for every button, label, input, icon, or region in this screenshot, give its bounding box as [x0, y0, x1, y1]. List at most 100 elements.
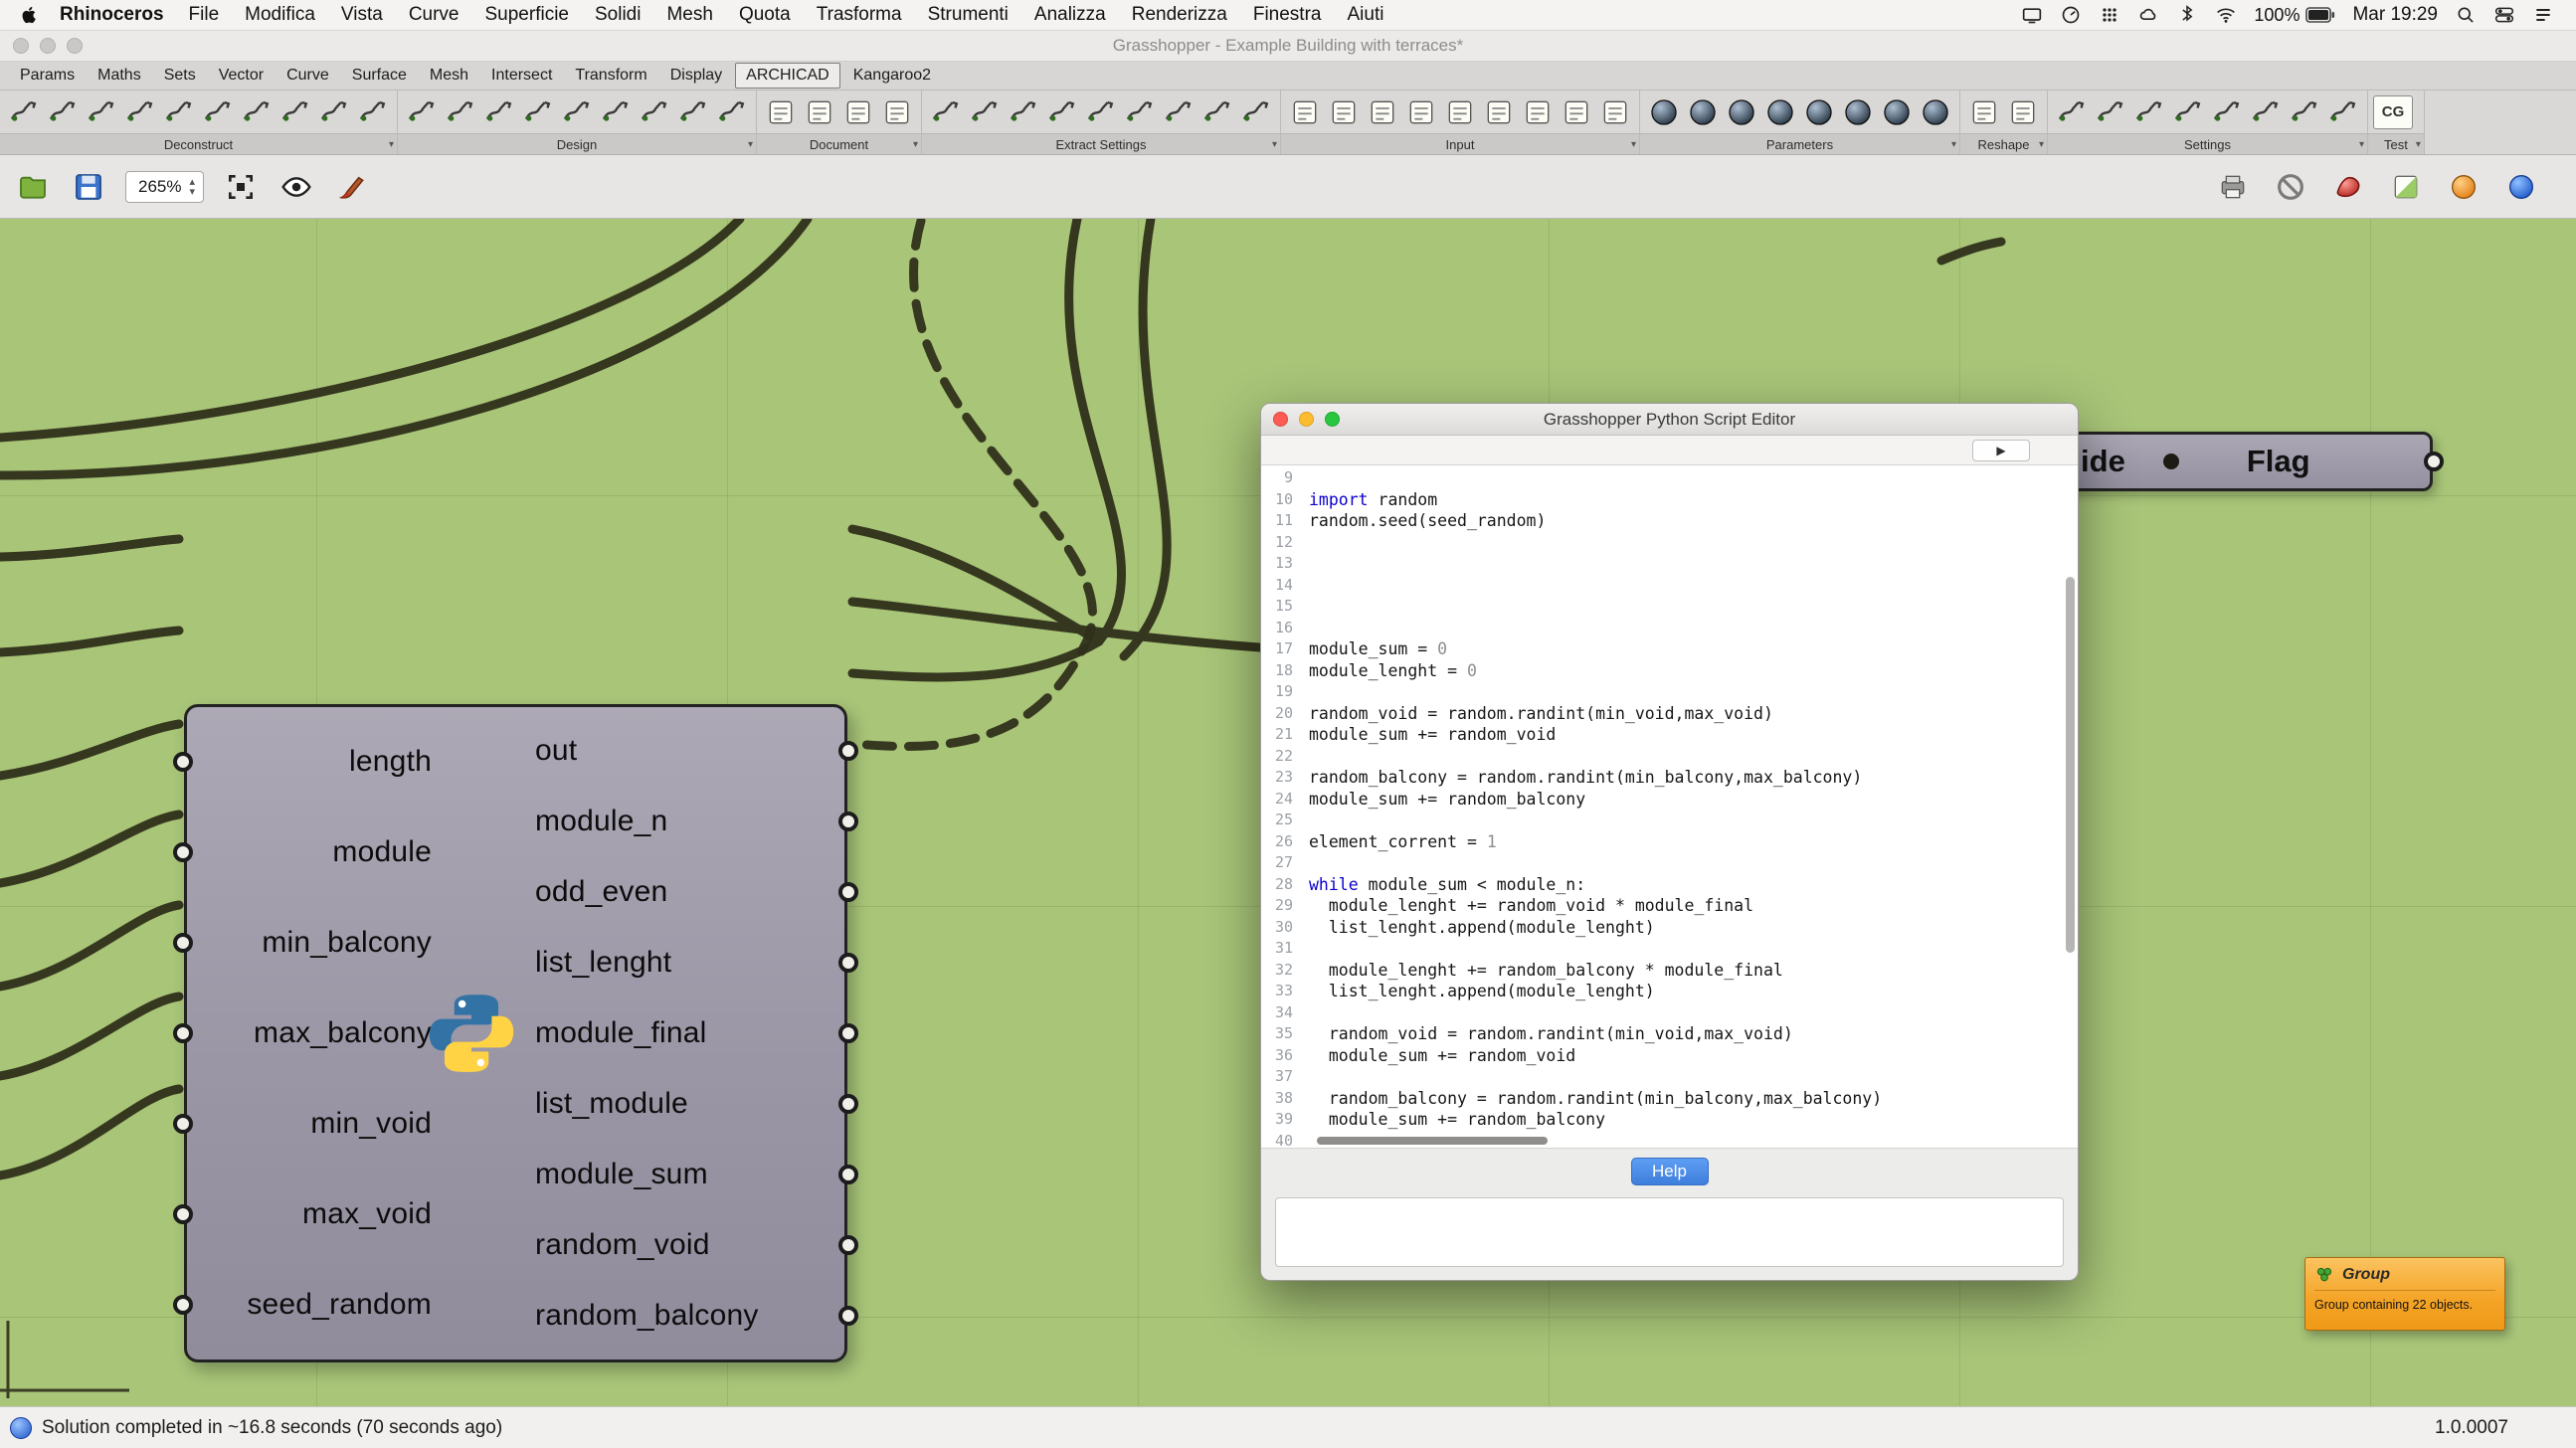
code-line[interactable]: 32 module_lenght += random_balcony * mod…: [1261, 960, 2078, 982]
toolbar-group-label[interactable]: Settings▾: [2048, 133, 2367, 154]
code-line[interactable]: 26element_corrent = 1: [1261, 831, 2078, 853]
vertical-scrollbar[interactable]: [2066, 577, 2075, 953]
code-line[interactable]: 36 module_sum += random_void: [1261, 1045, 2078, 1067]
tool-icon[interactable]: [1761, 93, 1799, 131]
tool-icon[interactable]: [1286, 93, 1324, 131]
output-port[interactable]: [838, 741, 858, 761]
tool-icon[interactable]: [1005, 93, 1042, 131]
menu-item[interactable]: Curve: [396, 4, 472, 26]
flag-output-port[interactable]: [2424, 452, 2444, 471]
notification-list-icon[interactable]: [2532, 4, 2554, 26]
code-line[interactable]: 13: [1261, 553, 2078, 575]
input-port[interactable]: [173, 1295, 193, 1315]
input-port[interactable]: [173, 1023, 193, 1043]
code-line[interactable]: 23random_balcony = random.randint(min_ba…: [1261, 767, 2078, 789]
menu-item[interactable]: Quota: [726, 4, 804, 26]
tool-icon[interactable]: [238, 93, 276, 131]
tool-icon[interactable]: [5, 93, 43, 131]
tool-icon[interactable]: [839, 93, 877, 131]
output-port[interactable]: [838, 882, 858, 902]
tool-icon[interactable]: [160, 93, 198, 131]
tab-sets[interactable]: Sets: [154, 64, 206, 88]
code-line[interactable]: 18module_lenght = 0: [1261, 660, 2078, 682]
tool-icon[interactable]: [2169, 93, 2207, 131]
code-line[interactable]: 38 random_balcony = random.randint(min_b…: [1261, 1088, 2078, 1110]
tool-icon[interactable]: [558, 93, 596, 131]
tool-icon[interactable]: [2247, 93, 2285, 131]
menu-item[interactable]: Renderizza: [1119, 4, 1240, 26]
toolbar-group-label[interactable]: Deconstruct▾: [0, 133, 397, 154]
code-line[interactable]: 9: [1261, 467, 2078, 489]
menu-item[interactable]: Superficie: [472, 4, 583, 26]
tool-icon[interactable]: [1878, 93, 1916, 131]
bluetooth-icon[interactable]: [2176, 4, 2198, 26]
menu-item[interactable]: Finestra: [1240, 4, 1335, 26]
tab-params[interactable]: Params: [10, 64, 85, 88]
tool-icon[interactable]: [1198, 93, 1236, 131]
tool-icon[interactable]: [1480, 93, 1518, 131]
tool-icon[interactable]: [1519, 93, 1557, 131]
menu-item[interactable]: Trasforma: [804, 4, 915, 26]
shaded-preview-icon[interactable]: [2387, 168, 2425, 206]
code-line[interactable]: 31: [1261, 938, 2078, 960]
run-script-button[interactable]: ▶: [1972, 440, 2030, 461]
tool-icon[interactable]: [2208, 93, 2246, 131]
grid-icon[interactable]: [2099, 4, 2120, 26]
editor-minimize-icon[interactable]: [1299, 412, 1314, 427]
menu-item[interactable]: File: [176, 4, 233, 26]
tool-icon[interactable]: CG: [2373, 95, 2413, 129]
tool-icon[interactable]: [1800, 93, 1838, 131]
output-port[interactable]: [838, 953, 858, 973]
code-line[interactable]: 30 list_lenght.append(module_lenght): [1261, 917, 2078, 939]
code-line[interactable]: 34: [1261, 1002, 2078, 1024]
code-line[interactable]: 37: [1261, 1066, 2078, 1088]
code-line[interactable]: 12: [1261, 532, 2078, 554]
screen-mirroring-icon[interactable]: [2021, 4, 2043, 26]
tool-icon[interactable]: [1402, 93, 1440, 131]
tool-icon[interactable]: [1917, 93, 1954, 131]
output-port[interactable]: [838, 1023, 858, 1043]
tool-icon[interactable]: [1684, 93, 1722, 131]
input-port[interactable]: [173, 1204, 193, 1224]
code-line[interactable]: 28while module_sum < module_n:: [1261, 874, 2078, 896]
code-line[interactable]: 35 random_void = random.randint(min_void…: [1261, 1023, 2078, 1045]
code-line[interactable]: 25: [1261, 810, 2078, 831]
code-line[interactable]: 24module_sum += random_balcony: [1261, 789, 2078, 811]
tool-icon[interactable]: [597, 93, 635, 131]
tool-icon[interactable]: [1965, 93, 2003, 131]
tool-icon[interactable]: [1082, 93, 1120, 131]
tool-icon[interactable]: [2053, 93, 2091, 131]
code-line[interactable]: 39 module_sum += random_balcony: [1261, 1109, 2078, 1131]
apple-menu-icon[interactable]: [20, 5, 40, 25]
menu-item[interactable]: Modifica: [232, 4, 328, 26]
zoom-select[interactable]: 265% ▴▾: [125, 171, 204, 203]
menu-item[interactable]: Vista: [328, 4, 396, 26]
tool-icon[interactable]: [1723, 93, 1760, 131]
code-line[interactable]: 21module_sum += random_void: [1261, 724, 2078, 746]
code-line[interactable]: 17module_sum = 0: [1261, 638, 2078, 660]
tool-icon[interactable]: [1325, 93, 1363, 131]
code-line[interactable]: 33 list_lenght.append(module_lenght): [1261, 981, 2078, 1002]
render-preview-icon[interactable]: [2445, 168, 2483, 206]
tab-archicad[interactable]: ARCHICAD: [735, 63, 840, 89]
export-image-icon[interactable]: [2214, 168, 2252, 206]
code-line[interactable]: 19: [1261, 681, 2078, 703]
tool-icon[interactable]: [1043, 93, 1081, 131]
tab-vector[interactable]: Vector: [209, 64, 274, 88]
toolbar-group-label[interactable]: Test▾: [2368, 133, 2424, 154]
tool-icon[interactable]: [83, 93, 120, 131]
input-port[interactable]: [173, 842, 193, 862]
tool-icon[interactable]: [276, 93, 314, 131]
code-line[interactable]: 11random.seed(seed_random): [1261, 510, 2078, 532]
battery-indicator[interactable]: 100%: [2254, 5, 2335, 26]
tool-icon[interactable]: [636, 93, 673, 131]
save-file-icon[interactable]: [70, 168, 107, 206]
output-port[interactable]: [838, 1235, 858, 1255]
tab-maths[interactable]: Maths: [88, 64, 151, 88]
editor-titlebar[interactable]: Grasshopper Python Script Editor: [1261, 404, 2078, 436]
tool-icon[interactable]: [1839, 93, 1877, 131]
open-file-icon[interactable]: [14, 168, 52, 206]
close-window-icon[interactable]: [13, 38, 29, 54]
code-line[interactable]: 29 module_lenght += random_void * module…: [1261, 895, 2078, 917]
code-line[interactable]: 15: [1261, 596, 2078, 618]
